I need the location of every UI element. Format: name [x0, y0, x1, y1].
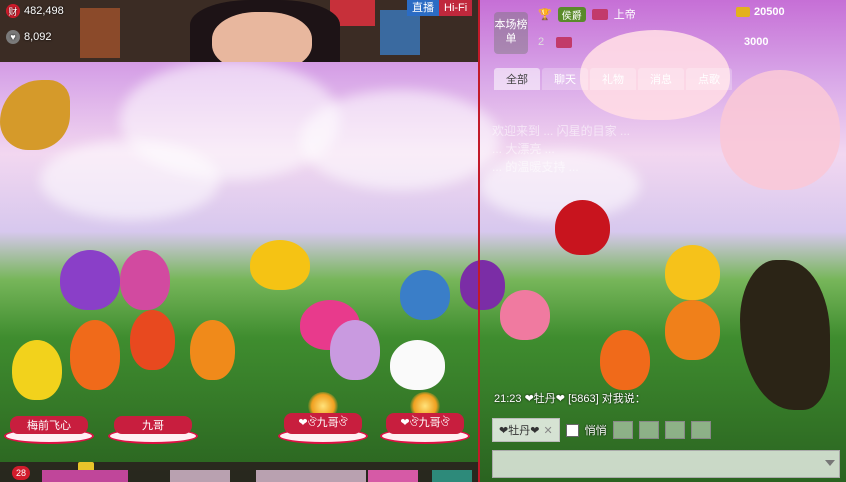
seat-name: 梅前飞心: [10, 416, 88, 434]
rank-coins: 3000: [744, 36, 768, 48]
quantity-input[interactable]: [170, 470, 230, 482]
vip-badge: 侯爵: [557, 6, 586, 22]
seat-4[interactable]: ❤ঔ九哥ঔ: [380, 392, 470, 444]
tab-song[interactable]: 点歌: [686, 68, 732, 90]
wealth-icon: 财: [6, 4, 20, 18]
count-badge: 28: [12, 466, 30, 480]
live-badge[interactable]: 直播: [407, 0, 439, 16]
seat-name: ❤ঔ九哥ঔ: [284, 413, 362, 434]
seat-name: 九哥: [114, 416, 192, 434]
close-icon[interactable]: ✕: [543, 424, 552, 437]
rank-num: 2: [538, 36, 545, 48]
chevron-down-icon[interactable]: [825, 460, 835, 466]
tab-all[interactable]: 全部: [494, 68, 540, 90]
hifi-badge[interactable]: Hi-Fi: [439, 0, 473, 16]
chat-panel: 本场榜单 🏆 侯爵 上帝 20500 2 3000 全部 聊天 礼物 消息 点歌…: [478, 0, 846, 482]
chat-line: ... 大漂亮 ...: [492, 142, 555, 156]
emoji-icon[interactable]: [638, 421, 659, 439]
whisper-checkbox[interactable]: [565, 423, 579, 437]
rank-tab[interactable]: 本场榜单: [494, 12, 528, 54]
fans-stat: ♥ 8,092: [6, 30, 52, 44]
image-icon[interactable]: [612, 421, 633, 439]
gift-selector[interactable]: [42, 470, 128, 482]
seat-1[interactable]: 梅前飞心: [4, 392, 94, 444]
gift-extra-button[interactable]: [432, 470, 472, 482]
rank-coins: 20500: [736, 6, 785, 18]
chat-line: 欢迎来到 ... 闪星的目家 ...: [492, 124, 631, 138]
tab-message[interactable]: 消息: [638, 68, 684, 90]
message-input[interactable]: [492, 450, 840, 478]
send-gift-button[interactable]: [368, 470, 418, 482]
seat-2[interactable]: 九哥: [108, 392, 198, 444]
chat-input-bar: ❤牡丹❤ ✕ 悄悄: [492, 418, 844, 442]
level-icon: [556, 36, 572, 48]
level-icon: [591, 8, 608, 20]
flower-icon[interactable]: [690, 421, 711, 439]
recipient-input[interactable]: [256, 470, 366, 482]
rank-user-name: 上帝: [613, 9, 636, 21]
live-video-stream: 财 482,498 ♥ 8,092 直播 Hi-Fi: [0, 0, 478, 62]
seat-name: ❤ঔ九哥ঔ: [386, 413, 464, 434]
wealth-value: 482,498: [24, 5, 64, 17]
tab-chat[interactable]: 聊天: [542, 68, 588, 90]
rank-row[interactable]: 2: [538, 36, 572, 48]
rank-row[interactable]: 🏆 侯爵 上帝: [538, 6, 636, 22]
vip-icon[interactable]: [664, 421, 685, 439]
recipient-selector[interactable]: ❤牡丹❤ ✕: [492, 418, 560, 442]
wealth-stat: 财 482,498: [6, 4, 64, 18]
fans-value: 8,092: [24, 31, 52, 43]
rank-coins-value: 3000: [744, 36, 769, 48]
rank-board: 本场榜单 🏆 侯爵 上帝 20500 2 3000: [488, 2, 846, 58]
rank-coins-value: 20500: [754, 6, 785, 18]
coin-icon: [736, 7, 750, 17]
tab-gift[interactable]: 礼物: [590, 68, 636, 90]
streamer-face: [212, 12, 312, 62]
chat-line: ... 的温暖支持 ...: [492, 160, 579, 174]
recipient-name: ❤牡丹❤: [499, 425, 540, 437]
seat-3[interactable]: ❤ঔ九哥ঔ: [278, 392, 368, 444]
chat-tabs: 全部 聊天 礼物 消息 点歌: [494, 68, 732, 90]
fans-icon: ♥: [6, 30, 20, 44]
whisper-label: 悄悄: [584, 425, 607, 437]
trophy-icon: 🏆: [538, 8, 552, 21]
private-chat-line[interactable]: 21:23 ❤牡丹❤ [5863] 对我说：: [494, 390, 646, 406]
